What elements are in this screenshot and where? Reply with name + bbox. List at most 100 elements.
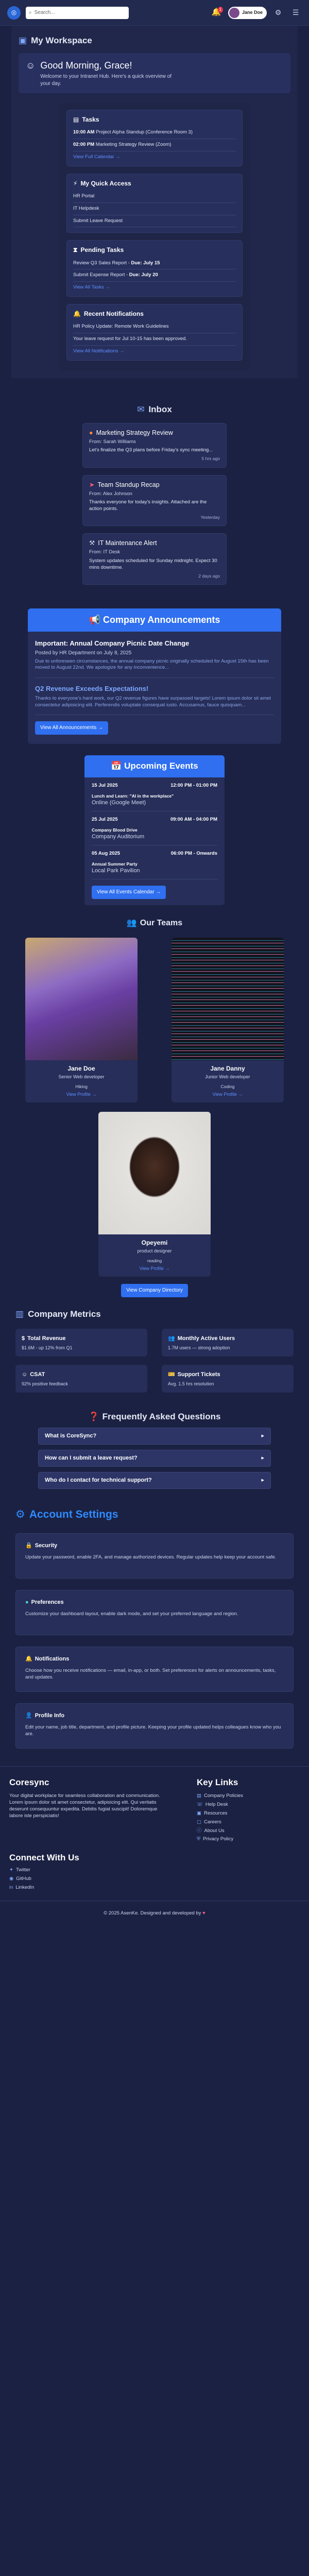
footer-link[interactable]: ▤ Company Policies [197, 1793, 300, 1800]
inbox-section: ✉ Inbox ● Marketing Strategy Review From:… [0, 378, 309, 595]
caret-right-icon: ▸ [261, 1433, 264, 1439]
view-profile-link[interactable]: View Profile → [98, 1265, 211, 1272]
heart-icon: ♥ [202, 1910, 205, 1916]
announcement-item[interactable]: Q2 Revenue Exceeds Expectations! Thanks … [35, 684, 274, 716]
pending-item[interactable]: Submit Expense Report - Due: July 20 [73, 269, 236, 282]
envelope-icon: ✉ [137, 404, 145, 414]
smile-icon: ☺ [22, 1371, 28, 1378]
message-time: 5 hrs ago [201, 456, 220, 462]
user-menu[interactable]: Jane Doe [228, 6, 267, 19]
pending-tasks-card: ⧗ Pending Tasks Review Q3 Sales Report - … [66, 240, 243, 297]
menu-icon[interactable]: ☰ [289, 7, 302, 19]
footer-link[interactable]: ▣ Resources [197, 1810, 300, 1817]
bolt-icon: ⚡ [73, 179, 78, 187]
metric-card: 🎫 Support Tickets Avg. 1.5 hrs resolution [162, 1364, 294, 1393]
social-link[interactable]: in LinkedIn [9, 1885, 300, 1891]
message-body: Let's finalize the Q3 plans before Frida… [89, 447, 213, 453]
announcement-item[interactable]: Important: Annual Company Picnic Date Ch… [35, 639, 274, 679]
view-profile-link[interactable]: View Profile → [171, 1091, 284, 1097]
notification-item[interactable]: HR Policy Update: Remote Work Guidelines [73, 321, 236, 334]
welcome-title: Good Morning, Grace! [40, 60, 132, 71]
event-item[interactable]: 05 Aug 2025 06:00 PM - Onwards Annual Sum… [92, 851, 217, 880]
faq-item[interactable]: How can I submit a leave request? ▸ [38, 1450, 271, 1467]
metric-card: ☺ CSAT 92% positive feedback [15, 1364, 147, 1393]
team-member-card: Jane Doe Senior Web developer Hiking Vie… [25, 938, 138, 1103]
caret-right-icon: ▸ [261, 1477, 264, 1484]
view-all-announcements-button[interactable]: View All Announcements → [35, 721, 109, 735]
search-box[interactable]: ⌕ Search... [26, 6, 129, 19]
message-from: From: IT Desk [89, 549, 120, 555]
social-link[interactable]: ✦ Twitter [9, 1867, 300, 1874]
footer-link[interactable]: ⓘ About Us [197, 1828, 300, 1835]
message-from: From: Sarah Williams [89, 438, 136, 445]
sliders-icon: ● [25, 1599, 29, 1606]
events-title: 📅 Upcoming Events [84, 755, 225, 777]
view-directory-button[interactable]: View Company Directory [121, 1284, 188, 1297]
clipboard-icon: ▤ [73, 116, 79, 124]
view-calendar-link[interactable]: View Full Calendar → [73, 154, 236, 161]
gear-icon: ⚙ [15, 1509, 25, 1520]
pin-icon: ➤ [89, 481, 95, 488]
connect-section: Connect With Us ✦ Twitter ◉ GitHub in Linke… [0, 1843, 309, 1891]
task-item[interactable]: 02:00 PM Marketing Strategy Review (Zoom… [73, 139, 236, 152]
inbox-message[interactable]: ● Marketing Strategy Review From: Sarah W… [82, 422, 227, 468]
announcements-panel: 📢 Company Announcements Important: Annua… [28, 608, 281, 744]
megaphone-icon: 📢 [89, 615, 101, 625]
pending-item[interactable]: Review Q3 Sales Report - Due: July 15 [73, 258, 236, 270]
settings-card[interactable]: ● Preferences Customize your dashboard la… [15, 1590, 294, 1636]
view-profile-link[interactable]: View Profile → [25, 1091, 138, 1097]
app-logo[interactable]: ◎ [7, 6, 21, 20]
inbox-message[interactable]: ➤ Team Standup Recap From: Alex Johnson T… [82, 474, 227, 527]
wrench-icon: ⚒ [89, 539, 95, 547]
lock-icon: 🔒 [25, 1543, 32, 1549]
notification-button[interactable]: 🔔 1 [210, 6, 223, 20]
briefcase-icon: ▣ [19, 36, 27, 45]
faq-item[interactable]: Who do I contact for technical support? ▸ [38, 1472, 271, 1489]
info-icon: ⓘ [197, 1827, 202, 1834]
notifications-card: 🔔 Recent Notifications HR Policy Update: … [66, 304, 243, 361]
users-icon: 👥 [168, 1335, 175, 1342]
view-events-calendar-button[interactable]: View All Events Calendar → [92, 886, 166, 899]
settings-card[interactable]: 👤 Profile Info Edit your name, job title,… [15, 1703, 294, 1749]
inbox-message[interactable]: ⚒ IT Maintenance Alert From: IT Desk Syst… [82, 533, 227, 585]
twitter-icon: ✦ [9, 1867, 13, 1873]
user-name: Jane Doe [242, 10, 263, 15]
notification-badge: 1 [217, 6, 223, 13]
team-member-card: Opeyemi product designer reading View Pr… [98, 1112, 211, 1277]
social-link[interactable]: ◉ GitHub [9, 1876, 300, 1883]
copyright: © 2025 AsenKe. Designed and developed by… [0, 1900, 309, 1928]
dot-icon: ● [89, 429, 93, 436]
footer-links-title: Key Links [197, 1777, 238, 1788]
settings-gear-icon[interactable]: ⚙ [272, 7, 284, 19]
notification-item[interactable]: Your leave request for Jul 10-15 has bee… [73, 333, 236, 346]
view-all-notifications-link[interactable]: View All Notifications → [73, 348, 236, 355]
view-all-tasks-link[interactable]: View All Tasks → [73, 284, 236, 291]
event-item[interactable]: 15 Jul 2025 12:00 PM - 01:00 PM Lunch and… [92, 783, 217, 811]
headset-icon: ☏ [197, 1802, 203, 1808]
welcome-banner: ☺ Good Morning, Grace! Welcome to your I… [19, 53, 290, 94]
message-body: Thanks everyone for today's insights. At… [89, 499, 207, 512]
quick-link[interactable]: IT Helpdesk [73, 203, 236, 215]
tasks-card: ▤ Tasks 10:00 AM Project Alpha Standup (C… [66, 110, 243, 166]
quick-link[interactable]: HR Portal [73, 191, 236, 203]
faq-item[interactable]: What is CoreSync? ▸ [38, 1428, 271, 1445]
calendar-icon: 📅 [111, 760, 122, 771]
event-item[interactable]: 25 Jul 2025 09:00 AM - 04:00 PM Company B… [92, 817, 217, 846]
footer-link[interactable]: ☏ Help Desk [197, 1802, 300, 1808]
ticket-icon: 🎫 [168, 1371, 175, 1378]
message-time: 2 days ago [198, 573, 220, 579]
bell-icon: 🔔 [73, 310, 81, 318]
metric-card: $ Total Revenue $1.6M - up 12% from Q1 [15, 1328, 147, 1357]
footer-brand: Coresync [9, 1777, 49, 1788]
quick-link[interactable]: Submit Leave Request [73, 215, 236, 228]
settings-card[interactable]: 🔒 Security Update your password, enable 2… [15, 1533, 294, 1579]
users-icon: 👥 [126, 918, 137, 927]
footer-link[interactable]: ⛨ Privacy Policy [197, 1836, 300, 1843]
task-item[interactable]: 10:00 AM Project Alpha Standup (Conferen… [73, 127, 236, 140]
settings-card[interactable]: 🔔 Notifications Choose how you receive no… [15, 1647, 294, 1692]
team-member-card: Jane Danny Junior Web developer Coding V… [171, 938, 284, 1103]
footer-link[interactable]: ▢ Careers [197, 1819, 300, 1826]
search-input[interactable]: Search... [35, 9, 55, 16]
caret-right-icon: ▸ [261, 1455, 264, 1462]
member-photo [98, 1112, 211, 1235]
